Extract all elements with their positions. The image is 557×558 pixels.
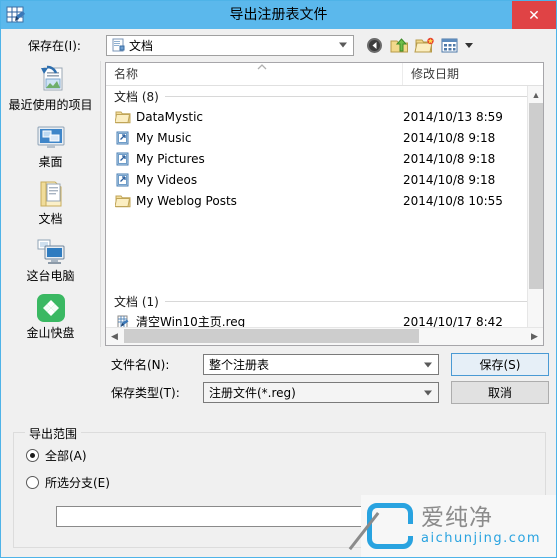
file-name: My Music <box>136 130 192 145</box>
folder-icon <box>114 109 131 125</box>
save-in-row: 保存在(I): 文档 <box>1 29 556 61</box>
chevron-down-icon[interactable] <box>424 390 432 395</box>
reg-file-icon <box>115 314 131 327</box>
place-label: 文档 <box>38 212 63 226</box>
file-name: My Weblog Posts <box>136 193 237 208</box>
place-this-pc[interactable]: 这台电脑 <box>1 234 100 291</box>
filename-label: 文件名(N): <box>111 358 170 372</box>
scroll-left-icon[interactable]: ◀ <box>106 329 123 345</box>
horizontal-scroll-thumb[interactable] <box>124 329 419 343</box>
shortcut-icon <box>115 151 131 167</box>
navigation-toolbar <box>364 35 473 56</box>
title-bar: 导出注册表文件 ✕ <box>1 1 556 29</box>
chevron-down-icon[interactable] <box>424 362 432 367</box>
save-in-combobox[interactable]: 文档 <box>106 34 354 56</box>
file-date: 2014/10/8 9:18 <box>403 130 496 145</box>
place-label: 金山快盘 <box>26 326 75 340</box>
radio-all-indicator[interactable] <box>26 449 39 462</box>
back-icon[interactable] <box>364 35 385 56</box>
group-header: 文档 (1) <box>106 291 543 311</box>
group-divider <box>164 300 543 302</box>
place-desktop[interactable]: 桌面 <box>1 120 100 177</box>
save-in-value: 文档 <box>129 38 154 53</box>
place-label: 这台电脑 <box>26 269 75 283</box>
close-button[interactable]: ✕ <box>512 1 556 29</box>
new-folder-icon[interactable] <box>414 35 435 56</box>
place-recent-items[interactable]: 最近使用的项目 <box>1 63 100 120</box>
table-row[interactable]: My Pictures 2014/10/8 9:18 <box>106 148 543 169</box>
place-label: 最近使用的项目 <box>8 98 93 112</box>
radio-branch-indicator[interactable] <box>26 476 39 489</box>
horizontal-scrollbar[interactable]: ◀ ▶ <box>106 327 543 345</box>
chevron-down-icon[interactable] <box>339 42 347 48</box>
document-folder-icon <box>111 38 125 52</box>
file-name: My Pictures <box>136 151 205 166</box>
row-spacer <box>106 211 543 291</box>
column-header-name[interactable]: 名称 <box>106 63 403 85</box>
group-divider <box>164 95 543 97</box>
group-title: 文档 (1) <box>114 294 159 309</box>
filetype-value: 注册文件(*.reg) <box>209 386 296 400</box>
radio-all-label: 全部(A) <box>45 449 87 463</box>
table-row[interactable]: My Videos 2014/10/8 9:18 <box>106 169 543 190</box>
table-row[interactable]: My Weblog Posts 2014/10/8 10:55 <box>106 190 543 211</box>
group-header: 文档 (8) <box>106 86 543 106</box>
radio-selected-branch[interactable]: 所选分支(E) <box>26 474 545 491</box>
export-registry-dialog: 导出注册表文件 ✕ 保存在(I): 文档 最近使用的项目 桌面 文档 这台电脑 … <box>0 0 557 558</box>
up-folder-icon[interactable] <box>389 35 410 56</box>
folder-icon <box>114 193 131 209</box>
documents-icon <box>35 178 67 210</box>
desktop-icon <box>35 121 67 153</box>
file-name: DataMystic <box>136 109 203 124</box>
radio-all[interactable]: 全部(A) <box>26 447 545 464</box>
file-name: 清空Win10主页.reg <box>136 315 246 327</box>
file-name: My Videos <box>136 172 198 187</box>
scroll-right-icon[interactable]: ▶ <box>526 329 543 345</box>
file-date: 2014/10/8 9:18 <box>403 151 496 166</box>
filename-row: 文件名(N): 整个注册表 保存(S) <box>111 353 556 376</box>
save-in-label: 保存在(I): <box>28 38 81 53</box>
vertical-scrollbar[interactable]: ▲ ▼ <box>527 86 543 327</box>
column-header-date[interactable]: 修改日期 <box>403 63 543 85</box>
filetype-label: 保存类型(T): <box>111 386 180 400</box>
save-button[interactable]: 保存(S) <box>451 353 549 376</box>
dialog-body: 最近使用的项目 桌面 文档 这台电脑 金山快盘 名称 修改日期 文档 (8) D… <box>1 61 556 347</box>
views-icon[interactable] <box>439 35 460 56</box>
export-range-group: 导出范围 全部(A) 所选分支(E) <box>13 425 546 548</box>
table-row[interactable]: My Music 2014/10/8 9:18 <box>106 127 543 148</box>
vertical-scroll-thumb[interactable] <box>529 103 543 289</box>
file-date: 2014/10/17 8:42 <box>403 314 503 328</box>
filetype-combobox[interactable]: 注册文件(*.reg) <box>203 382 439 403</box>
shortcut-icon <box>115 172 131 188</box>
radio-branch-label: 所选分支(E) <box>45 476 110 490</box>
table-row[interactable]: DataMystic 2014/10/13 8:59 <box>106 106 543 127</box>
filename-value: 整个注册表 <box>209 358 270 372</box>
file-list-header: 名称 修改日期 <box>106 63 543 86</box>
file-list: 名称 修改日期 文档 (8) DataMystic 2014/10/13 8:5… <box>105 62 544 346</box>
place-label: 桌面 <box>38 155 63 169</box>
place-documents[interactable]: 文档 <box>1 177 100 234</box>
group-title: 文档 (8) <box>114 89 159 104</box>
filetype-row: 保存类型(T): 注册文件(*.reg) 取消 <box>111 381 556 404</box>
file-list-rows: 文档 (8) DataMystic 2014/10/13 8:59 My Mus… <box>106 86 543 327</box>
this-pc-icon <box>35 235 67 267</box>
table-row[interactable]: 清空Win10主页.reg 2014/10/17 8:42 <box>106 311 543 327</box>
kingsoft-kuaipan-icon <box>35 292 67 324</box>
place-kingsoft-kuaipan[interactable]: 金山快盘 <box>1 291 100 348</box>
scroll-up-icon[interactable]: ▲ <box>528 86 543 103</box>
export-range-legend: 导出范围 <box>25 425 82 442</box>
places-bar: 最近使用的项目 桌面 文档 这台电脑 金山快盘 <box>1 61 101 347</box>
shortcut-icon <box>115 130 131 146</box>
file-date: 2014/10/8 9:18 <box>403 172 496 187</box>
sort-indicator-icon <box>256 63 267 70</box>
branch-path-input[interactable] <box>56 506 533 527</box>
filename-input[interactable]: 整个注册表 <box>203 354 439 375</box>
file-date: 2014/10/13 8:59 <box>403 109 503 124</box>
save-form: 文件名(N): 整个注册表 保存(S) 保存类型(T): 注册文件(*.reg)… <box>1 347 556 404</box>
file-date: 2014/10/8 10:55 <box>403 193 503 208</box>
window-title: 导出注册表文件 <box>229 7 328 23</box>
recent-items-icon <box>35 64 67 96</box>
cancel-button[interactable]: 取消 <box>451 381 549 404</box>
views-chevron-down-icon[interactable] <box>465 42 473 48</box>
